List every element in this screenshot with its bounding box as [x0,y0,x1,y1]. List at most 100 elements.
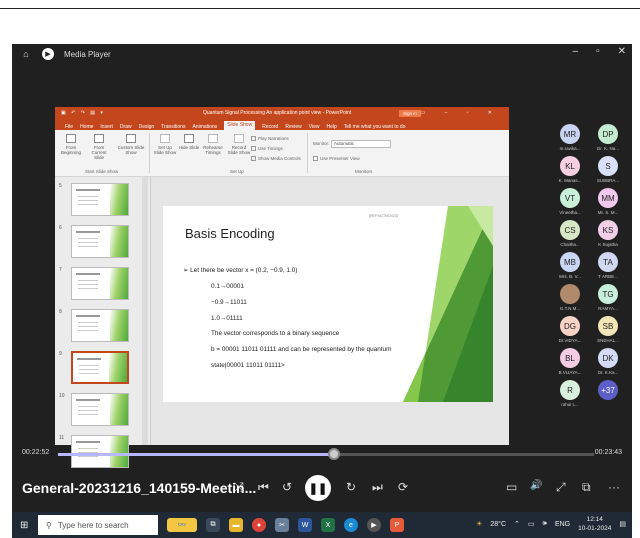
ppt-title-bar: ▣ ↶ ↷ ▤ ▾ Quantum Signal Processing An a… [55,107,509,119]
sign-in-button[interactable]: Sign in [399,109,421,117]
word-icon[interactable]: W [298,518,312,532]
participant-name: m.ravika... [559,146,581,151]
chrome-icon[interactable]: ● [252,518,266,532]
file-explorer-icon[interactable]: ▬ [229,518,243,532]
miniplayer-icon[interactable]: ⧉ [582,480,591,495]
ppt-tab-7[interactable]: Slide Show [224,121,256,130]
participant-tile[interactable]: +37 [590,380,626,402]
participant-tile[interactable]: Rrahul L... [552,380,588,407]
slide-thumbnail[interactable] [71,183,129,216]
windows-start-icon[interactable]: ⊞ [20,520,28,531]
participant-avatar: VT [560,188,580,208]
tray-chevron-icon[interactable]: ⌃ [514,520,520,528]
maximize-icon[interactable]: ▫ [596,46,600,57]
seek-bar-fill [58,453,335,456]
rewind-icon[interactable]: ↺ [282,480,292,494]
monitor-dropdown[interactable]: Automatic [331,140,391,148]
show-media-controls-checkbox[interactable]: Show Media Controls [251,156,301,162]
language-indicator[interactable]: ENG [555,521,570,528]
excel-icon[interactable]: X [321,518,335,532]
participant-tile[interactable]: KL K. Manas... [552,156,588,183]
thumbnail-scrollbar[interactable] [142,177,148,445]
from-current-slide-button[interactable]: From Current Slide [87,134,111,160]
media-player-taskbar-icon[interactable]: ▶ [367,518,381,532]
close-icon[interactable]: ✕ [618,46,626,57]
play-narrations-checkbox[interactable]: Play Narrations [251,136,289,142]
next-icon[interactable]: ⏭ [372,480,383,495]
participant-name: Vineetha... [559,210,581,215]
participant-tile[interactable]: DG Dr.VIDYA... [552,316,588,343]
thumbnail-number: 9 [59,351,62,357]
custom-slide-show-button[interactable]: Custom Slide Show [117,134,145,155]
participant-name: Dr.VIDYA... [558,338,582,343]
participant-avatar: MB [560,252,580,272]
participant-tile[interactable]: VT Vineetha... [552,188,588,215]
media-player-logo-icon: ▶ [42,48,54,60]
thumbnail-number: 7 [59,267,62,273]
participant-tile[interactable]: CS Chaitha... [552,220,588,247]
record-slide-show-button[interactable]: Record Slide Show [227,134,251,155]
group-label-monitors: Monitors [355,169,373,174]
from-beginning-button[interactable]: From Beginning [59,134,83,155]
previous-icon[interactable]: ⏮ [258,480,269,495]
powerpoint-icon[interactable]: P [390,518,404,532]
participant-tile[interactable]: TA T ARBE... [590,252,626,279]
thumbnail-number: 11 [59,435,65,441]
notifications-icon[interactable]: ▤ [619,520,626,528]
taskbar-search-box[interactable]: ⚲ Type here to search [38,515,158,535]
participant-tile[interactable]: TG RAMYA... [590,284,626,311]
participant-tile[interactable]: DK Dr. K.Ka... [590,348,626,375]
participant-tile[interactable]: KS K Sujatha [590,220,626,247]
participant-tile[interactable]: SB SNEHAL... [590,316,626,343]
use-timings-checkbox[interactable]: Use Timings [251,146,283,152]
task-view-icon[interactable]: ⧉ [206,518,220,532]
title-bar: ⌂ ▶ Media Player [12,44,632,64]
group-label-setup: Set Up [230,169,244,174]
slide-thumbnail[interactable] [71,267,129,300]
network-icon[interactable]: ▭ [528,520,535,528]
media-player-window: ⌂ ▶ Media Player – ▫ ✕ ▣ ↶ ↷ ▤ ▾ Quantum… [12,44,632,538]
thumbnail-number: 6 [59,225,62,231]
participant-avatar: KS [598,220,618,240]
rehearse-timings-button[interactable]: Rehearse Timings [201,134,225,155]
slide-thumbnail[interactable] [71,225,129,258]
slide-thumbnail[interactable] [71,309,129,342]
participant-tile[interactable]: BL B.VIJAYA... [552,348,588,375]
participant-name: Dr. K. Na... [596,146,619,151]
volume-icon[interactable]: 🔊 [530,480,542,491]
shuffle-icon[interactable]: ⤭ [234,480,244,495]
edge-icon[interactable]: e [344,518,358,532]
participant-tile[interactable]: DP Dr. K. Na... [590,124,626,151]
participant-avatar: MR [560,124,580,144]
captions-icon[interactable]: ▭ [506,480,517,494]
participant-tile[interactable]: MR m.ravika... [552,124,588,151]
participant-tile[interactable]: S SUBBRA... [590,156,626,183]
speaker-icon[interactable]: 🕪 [543,520,547,528]
participant-tile[interactable]: MB Mrs. B. V... [552,252,588,279]
participant-tile[interactable]: G.T.N.M... [552,284,588,311]
slide-line: The vector corresponds to a binary seque… [211,330,340,337]
participant-avatar: +37 [598,380,618,400]
participant-avatar: DK [598,348,618,368]
forward-icon[interactable]: ↻ [346,480,356,494]
seek-thumb[interactable] [328,448,341,460]
slide-thumbnail[interactable] [71,351,129,384]
weather-icon: ☀ [476,521,483,528]
snipping-tool-icon[interactable]: ✂ [275,518,289,532]
hide-slide-button[interactable]: Hide Slide [177,134,201,150]
slide-thumbnail[interactable] [71,393,129,426]
fullscreen-icon[interactable]: ⤢ [556,480,566,495]
more-icon[interactable]: ··· [608,480,620,494]
seek-bar[interactable] [58,453,594,456]
participant-tile[interactable]: MM Mr. S. M... [590,188,626,215]
set-up-slide-show-button[interactable]: Set Up Slide Show [153,134,177,155]
presenter-view-checkbox[interactable]: Use Presenter View [313,156,360,162]
pause-button[interactable]: ❚❚ [305,475,331,501]
minimize-icon[interactable]: – [573,46,579,57]
taskbar-clock[interactable]: 12:14 10-01-2024 [578,515,611,533]
repeat-icon[interactable]: ⟳ [398,480,408,494]
slide-thumbnail[interactable] [71,435,129,468]
back-icon[interactable]: ⌂ [20,48,32,60]
thumbnail-number: 5 [59,183,62,189]
participant-avatar: DP [598,124,618,144]
